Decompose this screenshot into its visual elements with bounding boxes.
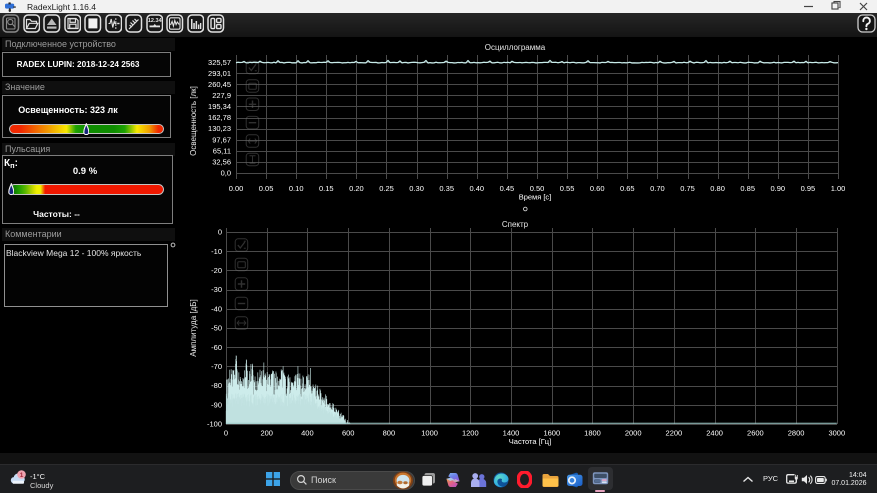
svg-text:-10: -10	[211, 247, 222, 256]
svg-text:0.15: 0.15	[319, 184, 334, 193]
svg-text:800: 800	[383, 429, 396, 438]
svg-text:32,56: 32,56	[212, 157, 231, 166]
svg-text:2000: 2000	[625, 429, 642, 438]
svg-text:600: 600	[342, 429, 355, 438]
svg-text:1: 1	[19, 472, 23, 479]
svg-text:Осциллограмма: Осциллограмма	[485, 43, 546, 52]
svg-text:0.90: 0.90	[770, 184, 785, 193]
svg-text:0,0: 0,0	[221, 169, 231, 178]
svg-text:0.00: 0.00	[229, 184, 244, 193]
svg-text:-20: -20	[211, 266, 222, 275]
svg-text:0.25: 0.25	[379, 184, 394, 193]
svg-text:0.55: 0.55	[560, 184, 575, 193]
svg-text:0.35: 0.35	[439, 184, 454, 193]
svg-text:0: 0	[224, 429, 228, 438]
svg-text:97,67: 97,67	[212, 135, 231, 144]
svg-text:1200: 1200	[462, 429, 479, 438]
svg-text:0.10: 0.10	[289, 184, 304, 193]
svg-text:2400: 2400	[706, 429, 723, 438]
svg-text:-50: -50	[211, 324, 222, 333]
svg-text:1000: 1000	[421, 429, 438, 438]
svg-text:0.70: 0.70	[650, 184, 665, 193]
svg-text:1800: 1800	[584, 429, 601, 438]
svg-text:195,34: 195,34	[208, 102, 231, 111]
svg-text:200: 200	[260, 429, 273, 438]
svg-text:2200: 2200	[666, 429, 683, 438]
svg-text:0.60: 0.60	[590, 184, 605, 193]
svg-text:0.65: 0.65	[620, 184, 635, 193]
svg-text:-100: -100	[207, 420, 222, 429]
svg-text:0.20: 0.20	[349, 184, 364, 193]
svg-text:-30: -30	[211, 285, 222, 294]
svg-text:227,9: 227,9	[212, 91, 231, 100]
svg-text:2600: 2600	[747, 429, 764, 438]
svg-text:-70: -70	[211, 362, 222, 371]
svg-text:0.85: 0.85	[740, 184, 755, 193]
svg-text:130,23: 130,23	[208, 124, 231, 133]
svg-text:0.40: 0.40	[469, 184, 484, 193]
svg-text:-80: -80	[211, 381, 222, 390]
svg-text:0.75: 0.75	[680, 184, 695, 193]
svg-text:0.05: 0.05	[259, 184, 274, 193]
svg-text:2800: 2800	[788, 429, 805, 438]
svg-text:0.95: 0.95	[801, 184, 816, 193]
svg-text:0.45: 0.45	[500, 184, 515, 193]
svg-text:325,57: 325,57	[208, 58, 231, 67]
svg-text:400: 400	[301, 429, 314, 438]
svg-text:162,78: 162,78	[208, 113, 231, 122]
svg-text:0.80: 0.80	[710, 184, 725, 193]
svg-text:Время [с]: Время [с]	[519, 193, 552, 202]
svg-text:-90: -90	[211, 400, 222, 409]
svg-text:1.00: 1.00	[831, 184, 846, 193]
svg-text:3000: 3000	[828, 429, 845, 438]
svg-text:0.30: 0.30	[409, 184, 424, 193]
svg-text:Освещенность [лк]: Освещенность [лк]	[189, 86, 198, 156]
svg-text:0: 0	[218, 228, 222, 237]
svg-text:260,45: 260,45	[208, 80, 231, 89]
svg-text:Частота [Гц]: Частота [Гц]	[509, 437, 551, 446]
svg-text:Спектр: Спектр	[502, 220, 529, 229]
svg-text:65,11: 65,11	[213, 146, 231, 155]
svg-text:Амплитуда [дБ]: Амплитуда [дБ]	[189, 299, 198, 357]
svg-text:-40: -40	[211, 304, 222, 313]
svg-text:-60: -60	[211, 343, 222, 352]
svg-text:293,01: 293,01	[208, 69, 231, 78]
